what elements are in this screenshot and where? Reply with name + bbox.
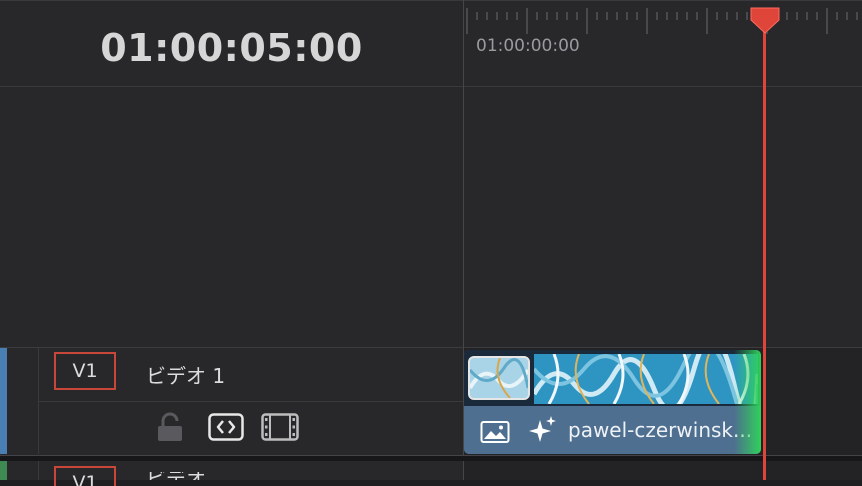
track-header-empty-area: [0, 87, 463, 347]
current-timecode[interactable]: 01:00:05:00: [0, 26, 463, 70]
timeline-clip[interactable]: pawel-czerwinsk...: [464, 350, 761, 454]
image-icon: [480, 421, 510, 443]
track-name[interactable]: ビデオ 1: [146, 360, 225, 389]
clip-label-bar: pawel-czerwinsk...: [464, 406, 761, 454]
playhead-handle[interactable]: [749, 6, 781, 34]
clip-thumbnail-strip: [464, 350, 761, 406]
timeline-empty-area[interactable]: [464, 87, 862, 347]
clip-frames-thumbnail: [534, 354, 758, 404]
playhead-line[interactable]: [763, 22, 766, 480]
lock-icon[interactable]: [156, 412, 184, 442]
track-name[interactable]: ビデオ: [146, 472, 206, 480]
track-color-tag: [0, 461, 7, 480]
clip-selection-edge[interactable]: [734, 350, 761, 454]
track-id-badge[interactable]: V1: [54, 466, 116, 486]
track-header-divider: [38, 461, 39, 480]
sparkle-icon: [529, 416, 556, 442]
track-lane-next[interactable]: [464, 461, 862, 480]
ruler-start-timecode: 01:00:00:00: [476, 36, 580, 56]
ruler-ticks: [466, 8, 858, 34]
track-id-badge[interactable]: V1: [54, 352, 116, 390]
clip-first-frame-thumbnail: [468, 356, 530, 400]
clip-name: pawel-czerwinsk...: [568, 418, 753, 442]
disable-video-track-icon[interactable]: [261, 412, 299, 442]
track-color-tag: [0, 348, 7, 454]
track-header-row-divider: [39, 401, 463, 402]
auto-track-selector-icon[interactable]: [208, 412, 244, 442]
